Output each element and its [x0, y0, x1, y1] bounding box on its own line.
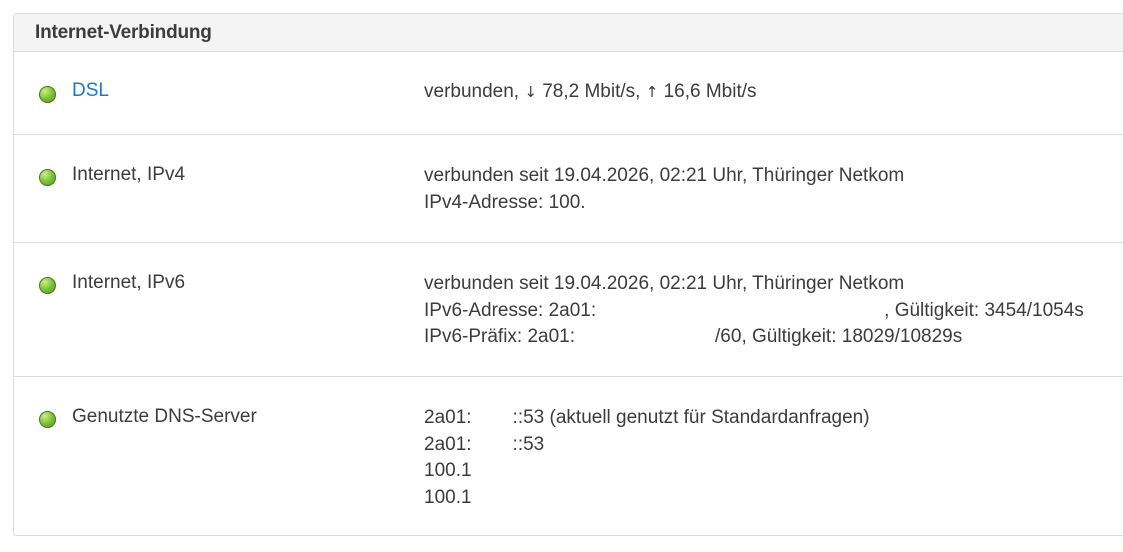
dns-server-2: 2a01:::53: [424, 432, 870, 459]
ipv6-label: Internet, IPv6: [72, 272, 186, 293]
status-led-icon: [39, 411, 56, 428]
ipv6-connected-since: verbunden seit 19.04.2026, 02:21 Uhr, Th…: [424, 273, 905, 294]
ipv4-address: IPv4-Adresse: 100.: [424, 191, 586, 213]
status-led-icon: [39, 169, 56, 186]
dns-servers: 2a01:::53 (aktuell genutzt für Standarda…: [424, 405, 870, 511]
dsl-link[interactable]: DSL: [72, 80, 109, 102]
dns-server-1-prefix: 2a01:: [424, 407, 472, 428]
dns-server-3: 100.1: [424, 460, 472, 481]
dsl-down-rate: 78,2 Mbit/s,: [536, 81, 646, 102]
dsl-status-text: verbunden,: [424, 81, 525, 102]
ipv6-details: verbunden seit 19.04.2026, 02:21 Uhr, Th…: [424, 271, 1084, 351]
ipv6-prefix-validity: /60, Gültigkeit: 18029/10829s: [715, 326, 963, 347]
dns-label: Genutzte DNS-Server: [72, 406, 257, 427]
dns-server-1-suffix: ::53 (aktuell genutzt für Standardanfrag…: [512, 407, 870, 428]
row-dns: Genutzte DNS-Server 2a01:::53 (aktuell g…: [14, 377, 1123, 536]
status-led-icon: [39, 277, 56, 294]
ipv6-prefix-line: IPv6-Präfix: 2a01: /60, Gültigkeit: 18029…: [424, 324, 1084, 351]
panel-header: Internet-Verbindung: [14, 14, 1123, 52]
ipv4-label: Internet, IPv4: [72, 164, 186, 185]
ipv6-prefix: IPv6-Präfix: 2a01:: [424, 326, 576, 347]
row-dsl: DSL verbunden, ↓ 78,2 Mbit/s, ↑ 16,6 Mbi…: [14, 52, 1123, 135]
ipv4-details: verbunden seit 19.04.2026, 02:21 Uhr, Th…: [424, 163, 904, 216]
dns-server-4: 100.1: [424, 486, 472, 508]
ipv6-address-line: IPv6-Adresse: 2a01: , Gültigkeit: 3454/10…: [424, 298, 1084, 325]
down-arrow-icon: ↓: [524, 83, 537, 101]
panel-title: Internet-Verbindung: [35, 21, 212, 43]
dns-server-2-prefix: 2a01:: [424, 433, 472, 455]
dns-server-1: 2a01:::53 (aktuell genutzt für Standarda…: [424, 405, 870, 432]
internet-connection-panel: Internet-Verbindung DSL verbunden, ↓ 78,…: [13, 13, 1123, 536]
dsl-status: verbunden, ↓ 78,2 Mbit/s, ↑ 16,6 Mbit/s: [424, 79, 757, 106]
ipv4-connected-since: verbunden seit 19.04.2026, 02:21 Uhr, Th…: [424, 165, 905, 186]
ipv6-address: IPv6-Adresse: 2a01:: [424, 299, 597, 321]
dsl-up-rate: 16,6 Mbit/s: [658, 81, 757, 102]
dns-server-2-suffix: ::53: [512, 433, 545, 455]
status-led-icon: [39, 86, 56, 103]
up-arrow-icon: ↑: [645, 83, 659, 101]
row-ipv4: Internet, IPv4 verbunden seit 19.04.2026…: [14, 135, 1123, 243]
ipv6-address-validity: , Gültigkeit: 3454/1054s: [884, 299, 1084, 321]
row-ipv6: Internet, IPv6 verbunden seit 19.04.2026…: [14, 243, 1123, 377]
